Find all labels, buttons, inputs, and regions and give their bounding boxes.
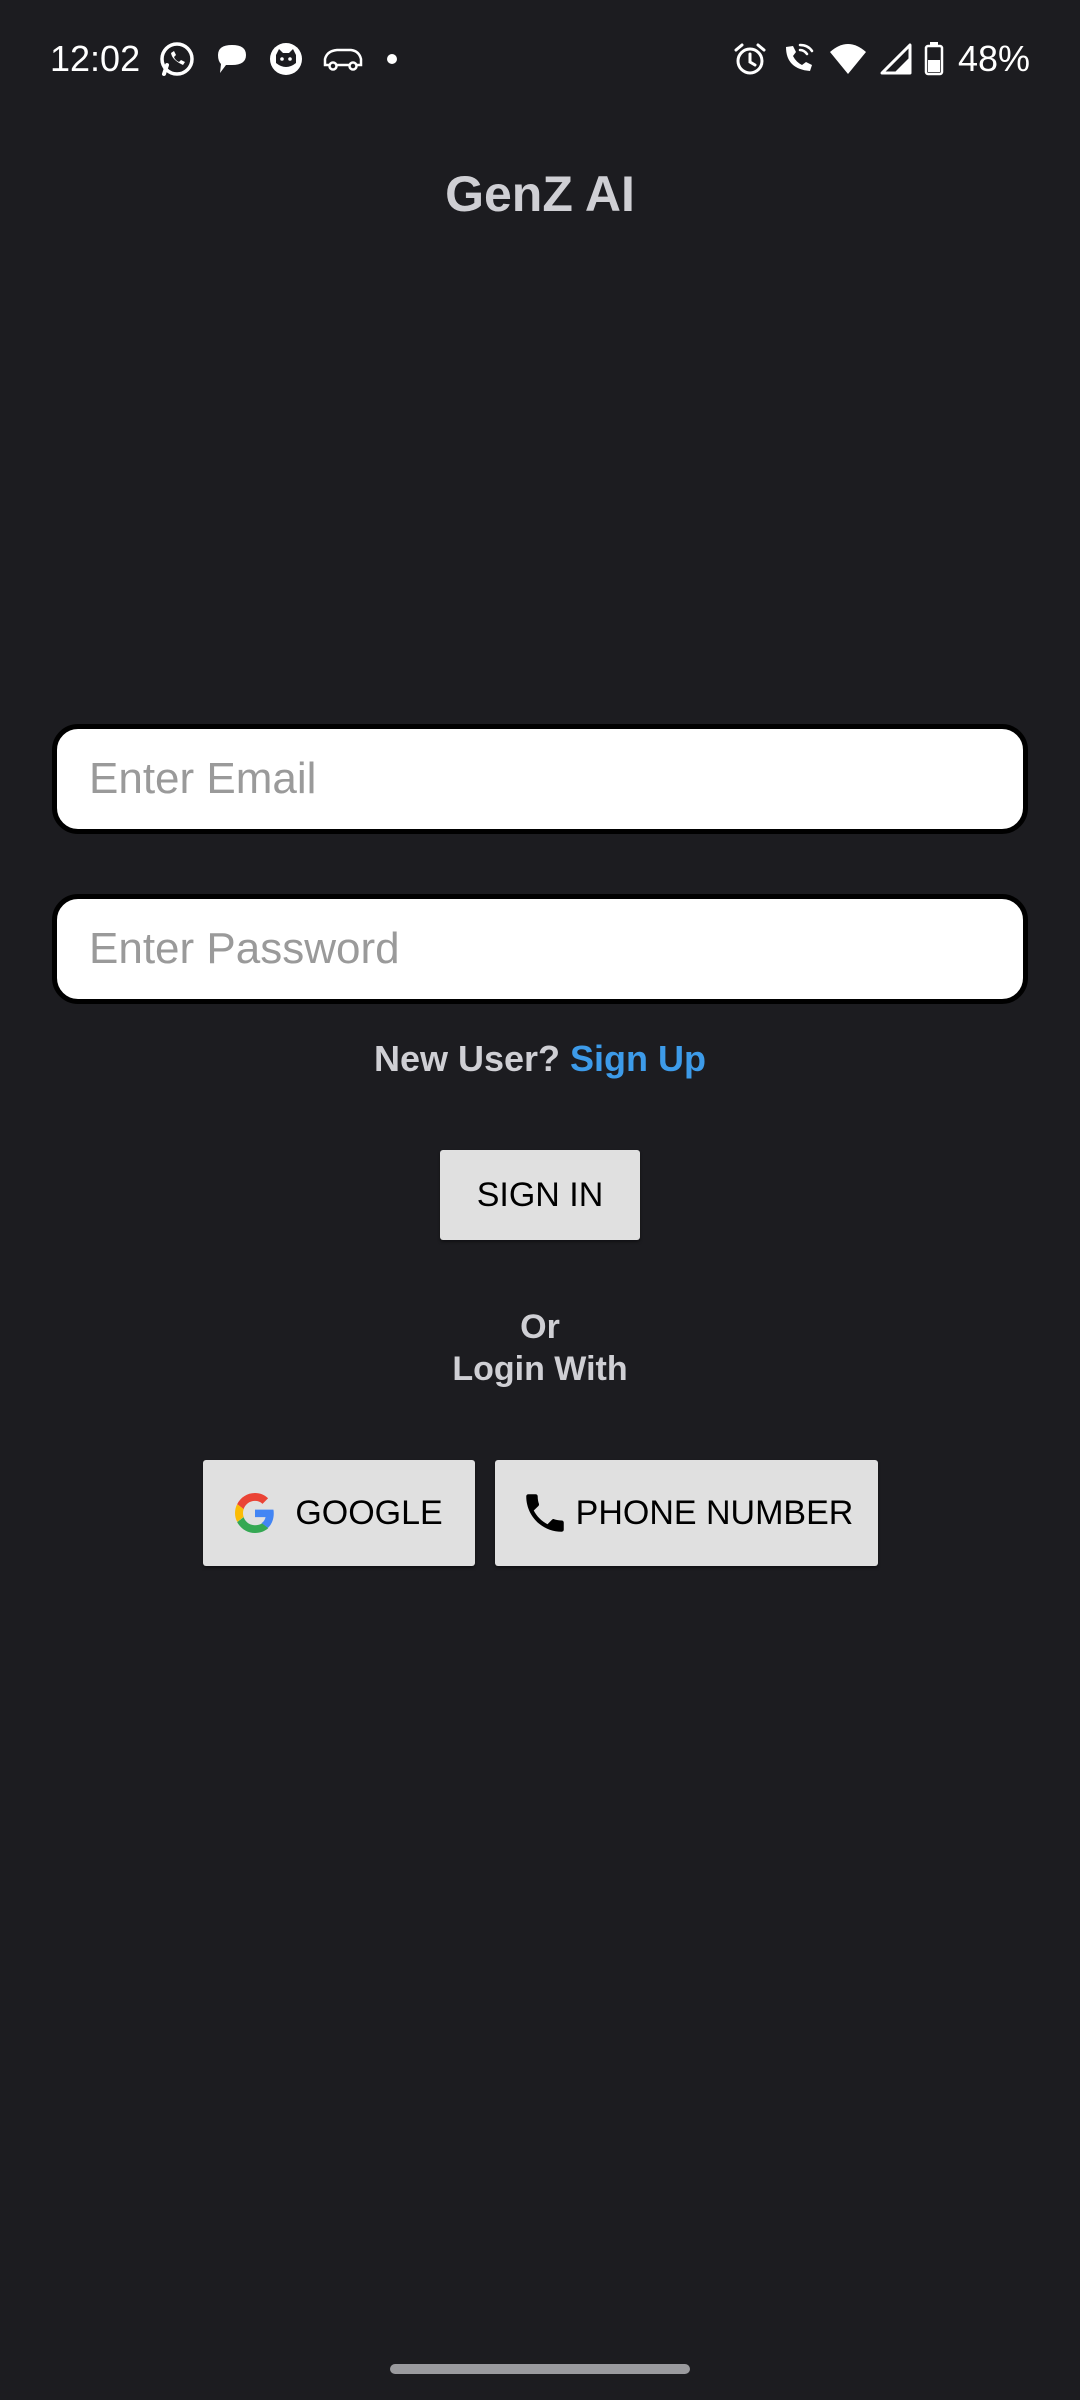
battery-icon (924, 42, 944, 76)
battery-percentage: 48% (957, 38, 1030, 79)
app-title: GenZ AI (445, 166, 635, 222)
phone-button-label: PHONE NUMBER (575, 1493, 854, 1532)
new-user-row: New User? Sign Up (0, 1038, 1080, 1080)
cat-app-icon (268, 41, 304, 77)
sign-up-link[interactable]: Sign Up (570, 1038, 706, 1079)
alarm-icon (732, 41, 768, 77)
status-time: 12:02 (50, 38, 141, 79)
notification-dot-icon (382, 49, 402, 69)
google-button-label: GOOGLE (295, 1493, 443, 1532)
password-field[interactable] (52, 894, 1028, 1004)
email-field[interactable] (52, 724, 1028, 834)
chat-bubble-icon (214, 41, 250, 77)
new-user-label: New User? (373, 1038, 561, 1079)
or-label: Or (520, 1308, 560, 1346)
home-indicator[interactable] (390, 2364, 690, 2374)
car-app-icon (322, 45, 364, 73)
notification-icons (158, 40, 402, 78)
google-login-button[interactable]: GOOGLE (203, 1460, 475, 1566)
status-bar: 12:02 48% (0, 0, 1080, 125)
login-with-label: Login With (452, 1350, 628, 1388)
google-icon (235, 1493, 275, 1533)
phone-icon (520, 1488, 570, 1538)
sign-in-button[interactable]: SIGN IN (440, 1150, 640, 1240)
wifi-call-icon (780, 41, 816, 77)
whatsapp-icon (158, 40, 196, 78)
wifi-icon (828, 42, 868, 76)
cell-signal-icon (880, 43, 912, 75)
phone-login-button[interactable]: PHONE NUMBER (495, 1460, 878, 1566)
system-icons: 48% (732, 38, 1030, 80)
